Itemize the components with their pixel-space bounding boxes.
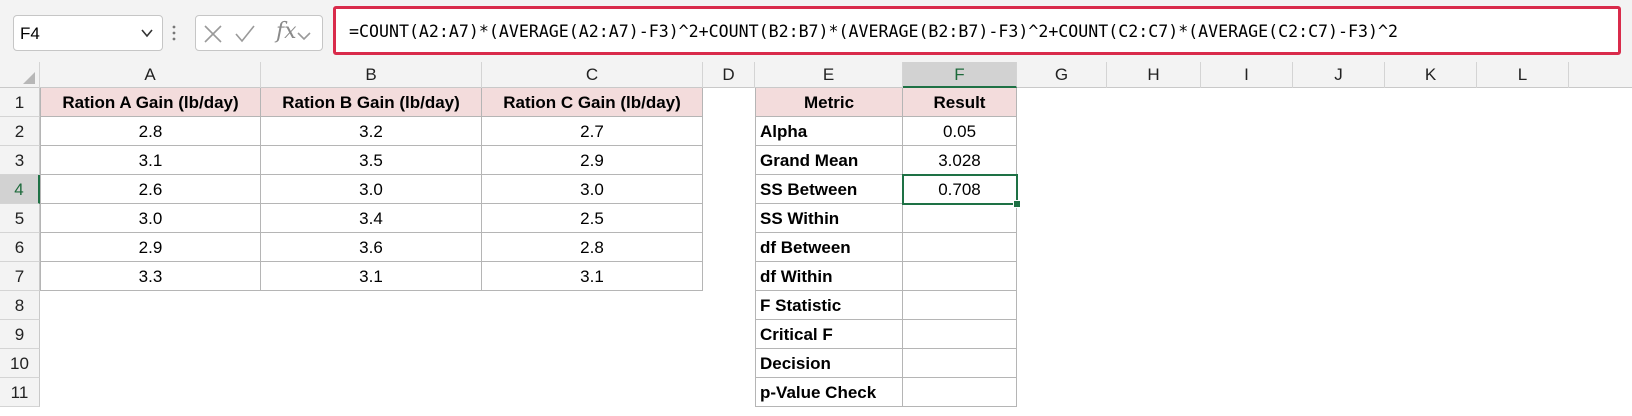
metric-result-cell[interactable]: [903, 378, 1017, 407]
column-header-d[interactable]: D: [703, 62, 755, 88]
metric-result-cell[interactable]: [903, 262, 1017, 291]
metric-label-cell[interactable]: p-Value Check: [755, 378, 903, 407]
enter-check-icon[interactable]: [234, 24, 256, 44]
row-header-7[interactable]: 7: [0, 262, 40, 291]
name-box-value: F4: [20, 24, 40, 43]
column-header-c[interactable]: C: [482, 62, 703, 88]
metric-result-cell[interactable]: [903, 204, 1017, 233]
select-all-button[interactable]: [0, 62, 40, 88]
table-cell[interactable]: 3.2: [261, 117, 482, 146]
row-header-5[interactable]: 5: [0, 204, 40, 233]
metric-result-cell[interactable]: 3.028: [903, 146, 1017, 175]
metric-result-cell[interactable]: [903, 291, 1017, 320]
table-cell[interactable]: 2.9: [40, 233, 261, 262]
result-header-cell[interactable]: Result: [903, 88, 1017, 117]
table-cell[interactable]: 3.0: [261, 175, 482, 204]
metric-label-cell[interactable]: df Within: [755, 262, 903, 291]
formula-input[interactable]: =COUNT(A2:A7)*(AVERAGE(A2:A7)-F3)^2+COUN…: [333, 6, 1621, 55]
table-cell[interactable]: 2.7: [482, 117, 703, 146]
active-cell-selection[interactable]: [902, 174, 1018, 205]
row-header-4[interactable]: 4: [0, 175, 40, 204]
row-header-9[interactable]: 9: [0, 320, 40, 349]
metric-result-cell[interactable]: 0.05: [903, 117, 1017, 146]
metric-label-cell[interactable]: df Between: [755, 233, 903, 262]
row-header-2[interactable]: 2: [0, 117, 40, 146]
table-header-cell[interactable]: Ration A Gain (lb/day): [40, 88, 261, 117]
formula-buttons: fx: [195, 15, 323, 51]
metric-label-cell[interactable]: SS Within: [755, 204, 903, 233]
metric-result-cell[interactable]: [903, 349, 1017, 378]
row-header-6[interactable]: 6: [0, 233, 40, 262]
formula-bar-area: F4 fx =COUNT(A2:A7)*(AVERAGE(A2:A7)-F3)^…: [0, 0, 1632, 62]
table-cell[interactable]: 3.4: [261, 204, 482, 233]
table-cell[interactable]: 2.6: [40, 175, 261, 204]
column-header-j[interactable]: J: [1293, 62, 1385, 88]
metric-label-cell[interactable]: SS Between: [755, 175, 903, 204]
table-cell[interactable]: 3.1: [40, 146, 261, 175]
column-header-row: A B C D E F G H I J K L: [0, 62, 1632, 88]
table-cell[interactable]: 2.9: [482, 146, 703, 175]
column-header-a[interactable]: A: [40, 62, 261, 88]
metric-label-cell[interactable]: Grand Mean: [755, 146, 903, 175]
row-header-1[interactable]: 1: [0, 88, 40, 117]
row-header-3[interactable]: 3: [0, 146, 40, 175]
table-cell[interactable]: 2.5: [482, 204, 703, 233]
row-header-10[interactable]: 10: [0, 349, 40, 378]
table-cell[interactable]: 3.1: [482, 262, 703, 291]
metric-header-cell[interactable]: Metric: [755, 88, 903, 117]
chevron-down-icon[interactable]: [140, 26, 154, 40]
table-cell[interactable]: 3.3: [40, 262, 261, 291]
table-cell[interactable]: 2.8: [482, 233, 703, 262]
column-header-b[interactable]: B: [261, 62, 482, 88]
metric-result-cell[interactable]: [903, 233, 1017, 262]
metric-label-cell[interactable]: Critical F: [755, 320, 903, 349]
table-header-cell[interactable]: Ration B Gain (lb/day): [261, 88, 482, 117]
table-header-cell[interactable]: Ration C Gain (lb/day): [482, 88, 703, 117]
name-box[interactable]: F4: [13, 15, 163, 51]
metric-label-cell[interactable]: Alpha: [755, 117, 903, 146]
table-cell[interactable]: 3.6: [261, 233, 482, 262]
table-cell[interactable]: 2.8: [40, 117, 261, 146]
table-cell[interactable]: 3.0: [482, 175, 703, 204]
table-cell[interactable]: 3.0: [40, 204, 261, 233]
column-header-k[interactable]: K: [1385, 62, 1477, 88]
insert-function-icon[interactable]: fx: [276, 19, 297, 44]
column-header-f[interactable]: F: [903, 62, 1017, 88]
column-header-i[interactable]: I: [1201, 62, 1293, 88]
row-header-8[interactable]: 8: [0, 291, 40, 320]
table-cell[interactable]: 3.5: [261, 146, 482, 175]
fill-handle[interactable]: [1013, 200, 1021, 208]
metric-label-cell[interactable]: Decision: [755, 349, 903, 378]
select-all-icon: [23, 72, 35, 84]
column-header-g[interactable]: G: [1017, 62, 1107, 88]
column-header-h[interactable]: H: [1107, 62, 1201, 88]
column-header-e[interactable]: E: [755, 62, 903, 88]
table-cell[interactable]: 3.1: [261, 262, 482, 291]
row-header-11[interactable]: 11: [0, 378, 40, 407]
metric-result-cell[interactable]: [903, 320, 1017, 349]
formula-text: =COUNT(A2:A7)*(AVERAGE(A2:A7)-F3)^2+COUN…: [349, 22, 1398, 41]
column-header-l[interactable]: L: [1477, 62, 1569, 88]
cancel-icon[interactable]: [202, 24, 224, 44]
metric-label-cell[interactable]: F Statistic: [755, 291, 903, 320]
chevron-down-icon[interactable]: [296, 26, 312, 46]
more-options-icon[interactable]: [171, 24, 177, 42]
